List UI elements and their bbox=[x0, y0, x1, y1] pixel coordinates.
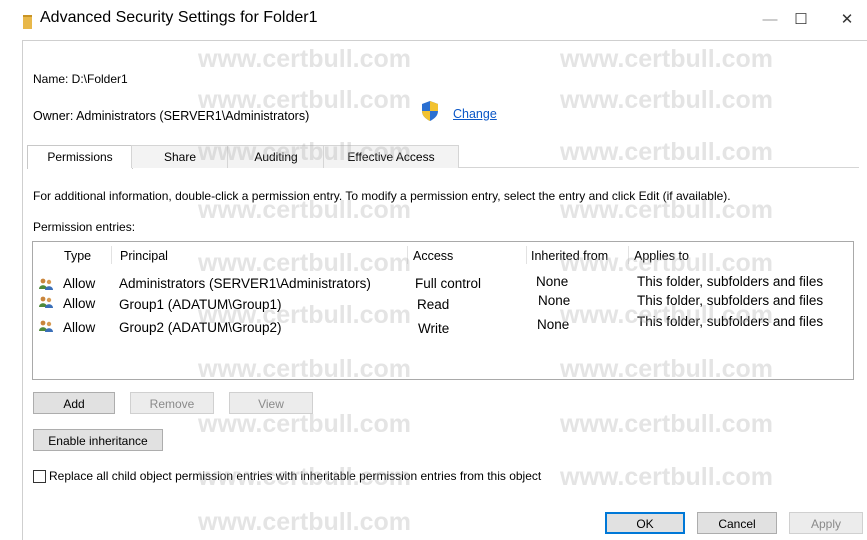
entry-access: Full control bbox=[415, 276, 482, 291]
group-icon bbox=[39, 296, 53, 308]
ok-button[interactable]: OK bbox=[605, 512, 685, 534]
folder-icon bbox=[23, 15, 32, 29]
group-icon bbox=[39, 320, 53, 332]
enable-inheritance-button[interactable]: Enable inheritance bbox=[33, 429, 163, 451]
tab-effective-access[interactable]: Effective Access bbox=[323, 145, 459, 168]
column-header-principal[interactable]: Principal bbox=[120, 249, 168, 263]
owner-label: Owner: Administrators (SERVER1\Administr… bbox=[33, 109, 310, 123]
entry-principal: Group2 (ADATUM\Group2) bbox=[119, 320, 282, 335]
column-header-inherited-from[interactable]: Inherited from bbox=[531, 249, 608, 263]
entry-applies-to: This folder, subfolders and files bbox=[637, 293, 824, 308]
column-header-applies-to[interactable]: Applies to bbox=[634, 249, 689, 263]
uac-shield-icon bbox=[422, 101, 438, 121]
entry-type: Allow bbox=[63, 296, 96, 311]
group-icon bbox=[39, 278, 53, 290]
window-title: Advanced Security Settings for Folder1 bbox=[40, 9, 318, 26]
view-button[interactable]: View bbox=[229, 392, 313, 414]
column-header-access[interactable]: Access bbox=[413, 249, 453, 263]
entry-principal: Group1 (ADATUM\Group1) bbox=[119, 297, 282, 312]
tab-permissions[interactable]: Permissions bbox=[27, 145, 133, 169]
tab-auditing[interactable]: Auditing bbox=[227, 145, 325, 168]
remove-button[interactable]: Remove bbox=[130, 392, 214, 414]
title-bar: Advanced Security Settings for Folder1 —… bbox=[0, 0, 867, 40]
change-owner-link[interactable]: Change bbox=[453, 107, 497, 121]
entry-access: Write bbox=[418, 321, 450, 336]
column-separator bbox=[628, 246, 629, 264]
cancel-button[interactable]: Cancel bbox=[697, 512, 777, 534]
permission-entries-label: Permission entries: bbox=[33, 220, 136, 234]
apply-button[interactable]: Apply bbox=[789, 512, 863, 534]
entry-inherited-from: None bbox=[538, 293, 571, 308]
column-header-type[interactable]: Type bbox=[64, 249, 91, 263]
maximize-button[interactable]: ☐ bbox=[786, 8, 816, 32]
object-name: Name: D:\Folder1 bbox=[33, 72, 128, 86]
replace-child-entries-label: Replace all child object permission entr… bbox=[49, 469, 542, 483]
entry-principal: Administrators (SERVER1\Administrators) bbox=[119, 276, 371, 291]
entry-type: Allow bbox=[63, 320, 96, 335]
entry-inherited-from: None bbox=[536, 274, 569, 289]
permission-entries-list[interactable]: Type Principal Access Inherited from App… bbox=[32, 241, 854, 380]
column-separator bbox=[407, 246, 408, 264]
entry-type: Allow bbox=[63, 276, 96, 291]
entry-applies-to: This folder, subfolders and files bbox=[637, 314, 824, 329]
replace-child-entries-checkbox[interactable] bbox=[33, 470, 46, 483]
entry-access: Read bbox=[417, 297, 450, 312]
minimize-button[interactable]: — bbox=[755, 8, 785, 32]
tab-share[interactable]: Share bbox=[131, 145, 229, 168]
entry-inherited-from: None bbox=[537, 317, 570, 332]
add-button[interactable]: Add bbox=[33, 392, 115, 414]
close-button[interactable]: ✕ bbox=[832, 8, 862, 32]
info-text: For additional information, double-click… bbox=[33, 189, 731, 203]
entry-applies-to: This folder, subfolders and files bbox=[637, 274, 824, 289]
column-separator bbox=[111, 246, 112, 264]
column-separator bbox=[526, 246, 527, 264]
